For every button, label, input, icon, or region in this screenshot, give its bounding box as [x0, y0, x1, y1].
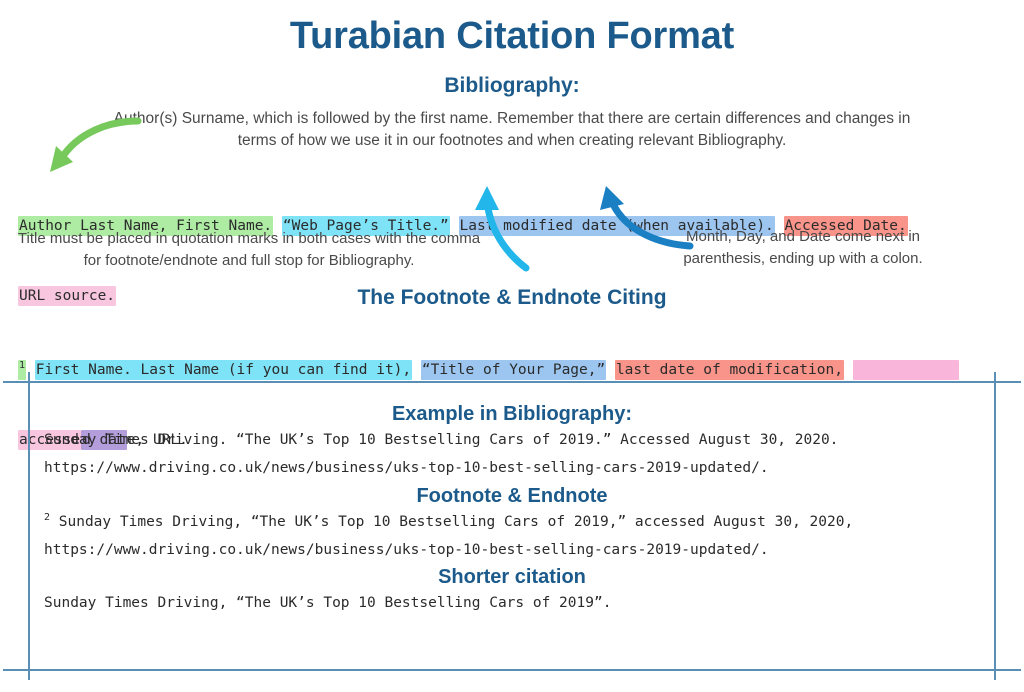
example-bibliography-line-2: https://www.driving.co.uk/news/business/… — [44, 460, 769, 477]
example-footnote-heading: Footnote & Endnote — [416, 484, 608, 507]
footnote-empty-highlight — [852, 359, 960, 380]
example-shorter-line-1: Sunday Times Driving, “The UK’s Top 10 B… — [44, 595, 612, 612]
page-title: Turabian Citation Format — [289, 15, 735, 57]
footnote-page-title-highlight: “Title of Your Page,” — [420, 359, 607, 380]
example-bibliography-block: Example in Bibliography: Sunday Times Dr… — [44, 403, 980, 483]
example-footnote-line-2: https://www.driving.co.uk/news/business/… — [44, 541, 769, 558]
bibliography-description: Author(s) Surname, which is followed by … — [113, 110, 911, 150]
box-right-border — [994, 372, 996, 680]
example-footnote-text: Sunday Times Driving, “The UK’s Top 10 B… — [58, 513, 854, 530]
footnote-section-heading: The Footnote & Endnote Citing — [357, 286, 667, 309]
footnote-marker: 1 — [19, 360, 26, 372]
examples-content: Example in Bibliography: Sunday Times Dr… — [44, 381, 980, 619]
box-left-border — [28, 372, 30, 680]
example-shorter-heading: Shorter citation — [438, 566, 586, 589]
example-bibliography-heading: Example in Bibliography: — [391, 403, 633, 425]
citation-format-infographic: Turabian Citation Format Bibliography: A… — [0, 0, 1024, 692]
example-shorter-block: Shorter citation Sunday Times Driving, “… — [44, 566, 980, 617]
example-footnote-line-1: 2 Sunday Times Driving, “The UK’s Top 10… — [44, 508, 980, 536]
footnote-marker-highlight: 1 — [18, 359, 27, 380]
footnote-section-heading-wrap: The Footnote & Endnote Citing — [0, 286, 1024, 310]
footnote-name-highlight: First Name. Last Name (if you can find i… — [34, 359, 413, 380]
box-bottom-border — [3, 669, 1021, 671]
footnote-template-line-1: 1 First Name. Last Name (if you can find… — [18, 359, 1008, 382]
bibliography-heading: Bibliography: — [444, 73, 580, 97]
example-footnote-block: Footnote & Endnote 2 Sunday Times Drivin… — [44, 485, 980, 565]
footnote-modified-highlight: last date of modification, — [614, 359, 844, 380]
example-footnote-marker: 2 — [44, 511, 51, 523]
title-quotation-note: Title must be placed in quotation marks … — [17, 230, 481, 269]
example-bibliography-line-1: Sunday Times Driving. “The UK’s Top 10 B… — [44, 432, 839, 448]
examples-box: Example in Bibliography: Sunday Times Dr… — [3, 372, 1021, 680]
date-parenthesis-note: Month, Day, and Date come next in parent… — [683, 228, 923, 267]
